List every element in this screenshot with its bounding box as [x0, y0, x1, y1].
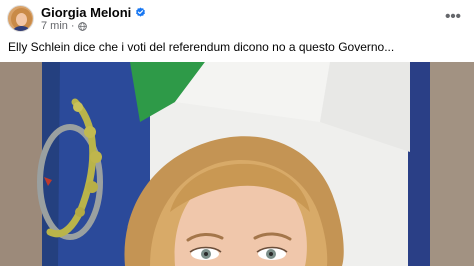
selfie-image [0, 62, 474, 266]
post-header: Giorgia Meloni 7 min · ••• [0, 0, 474, 36]
author-name[interactable]: Giorgia Meloni [41, 5, 131, 20]
globe-icon [77, 21, 87, 31]
verified-badge-icon [136, 7, 146, 17]
post-photo[interactable] [0, 62, 474, 266]
post-timestamp[interactable]: 7 min [41, 20, 68, 32]
more-options-icon: ••• [445, 8, 461, 25]
more-options-button[interactable]: ••• [442, 6, 464, 28]
post-text: Elly Schlein dice che i voti del referen… [8, 40, 395, 54]
author-avatar[interactable] [7, 5, 34, 32]
meta-separator: · [70, 20, 75, 32]
author-line: Giorgia Meloni [41, 5, 146, 20]
post-meta: 7 min · [41, 20, 87, 32]
